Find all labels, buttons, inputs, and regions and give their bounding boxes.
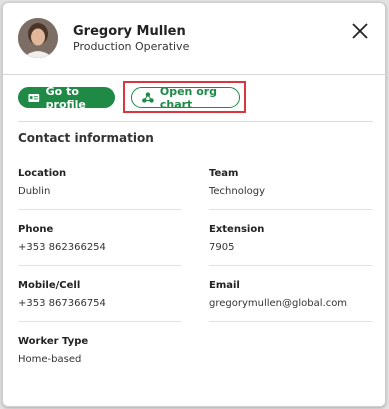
- section-title: Contact information: [18, 131, 154, 145]
- worker-type-label: Worker Type: [18, 336, 89, 347]
- worker-type-value: Home-based: [18, 354, 82, 365]
- avatar: [18, 18, 58, 58]
- extension-value: 7905: [209, 242, 235, 253]
- team-value: Technology: [209, 186, 266, 197]
- email-label: Email: [209, 280, 240, 291]
- actions-divider: [18, 121, 373, 122]
- person-name: Gregory Mullen: [73, 24, 186, 39]
- field-divider: [209, 321, 372, 322]
- email-value[interactable]: gregorymullen@global.com: [209, 298, 347, 309]
- close-button[interactable]: [350, 21, 370, 41]
- person-title: Production Operative: [73, 40, 190, 53]
- field-divider: [209, 209, 372, 210]
- close-icon: [352, 23, 368, 39]
- highlight-box: [123, 81, 246, 113]
- phone-label: Phone: [18, 224, 54, 235]
- contact-card: Gregory Mullen Production Operative Go t…: [2, 2, 386, 407]
- mobile-label: Mobile/Cell: [18, 280, 81, 291]
- location-value: Dublin: [18, 186, 51, 197]
- field-divider: [18, 209, 181, 210]
- field-divider: [18, 321, 181, 322]
- location-label: Location: [18, 168, 67, 179]
- card-header: Gregory Mullen Production Operative: [3, 3, 385, 77]
- go-to-profile-label: Go to profile: [45, 84, 86, 111]
- extension-label: Extension: [209, 224, 265, 235]
- mobile-value[interactable]: +353 867366754: [18, 298, 106, 309]
- header-divider: [3, 74, 385, 75]
- go-to-profile-button[interactable]: Go to profile: [18, 84, 115, 111]
- phone-value[interactable]: +353 862366254: [18, 242, 106, 253]
- id-card-icon: [28, 93, 40, 102]
- team-label: Team: [209, 168, 239, 179]
- field-divider: [209, 265, 372, 266]
- field-divider: [18, 265, 181, 266]
